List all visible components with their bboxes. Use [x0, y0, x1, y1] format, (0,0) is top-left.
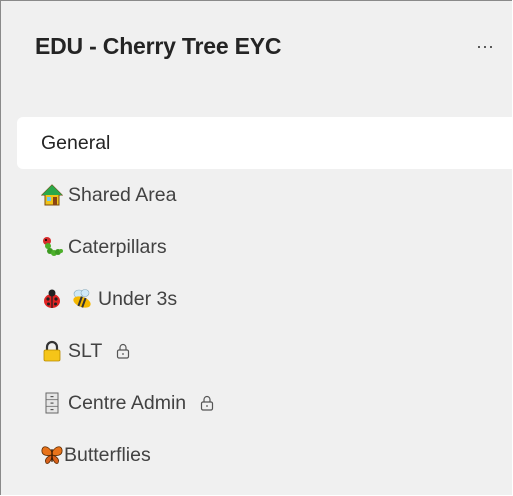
channel-label: Shared Area — [68, 183, 177, 206]
ladybug-emoji-icon — [41, 288, 63, 310]
channel-item-centre-admin[interactable]: Centre Admin — [1, 377, 512, 429]
padlock-emoji-icon — [41, 340, 63, 362]
bee-emoji-icon — [71, 288, 93, 310]
team-header: EDU - Cherry Tree EYC ··· — [1, 1, 512, 101]
channel-item-caterpillars[interactable]: Caterpillars — [1, 221, 512, 273]
caterpillar-emoji-icon — [41, 236, 63, 258]
channel-list: General Shared Area Caterpillars Under 3… — [1, 117, 512, 481]
channel-item-general[interactable]: General — [17, 117, 512, 169]
channel-label: General — [41, 131, 111, 154]
channel-label: SLT — [68, 339, 103, 362]
channel-item-slt[interactable]: SLT — [1, 325, 512, 377]
more-options-icon: ··· — [476, 35, 494, 56]
channel-label: Caterpillars — [68, 235, 167, 258]
channel-label: Butterflies — [64, 443, 151, 466]
more-options-button[interactable]: ··· — [467, 31, 503, 61]
team-name[interactable]: EDU - Cherry Tree EYC — [35, 33, 282, 60]
channel-item-shared-area[interactable]: Shared Area — [1, 169, 512, 221]
filing-cabinet-emoji-icon — [41, 392, 63, 414]
butterfly-emoji-icon — [41, 444, 63, 466]
channel-label: Under 3s — [98, 287, 178, 310]
private-lock-icon — [200, 395, 214, 411]
channel-item-under-3s[interactable]: Under 3s — [1, 273, 512, 325]
channel-label: Centre Admin — [68, 391, 187, 414]
channel-pane: EDU - Cherry Tree EYC ··· General Shared… — [0, 0, 512, 495]
channel-item-butterflies[interactable]: Butterflies — [1, 429, 512, 481]
private-lock-icon — [116, 343, 130, 359]
house-emoji-icon — [41, 184, 63, 206]
